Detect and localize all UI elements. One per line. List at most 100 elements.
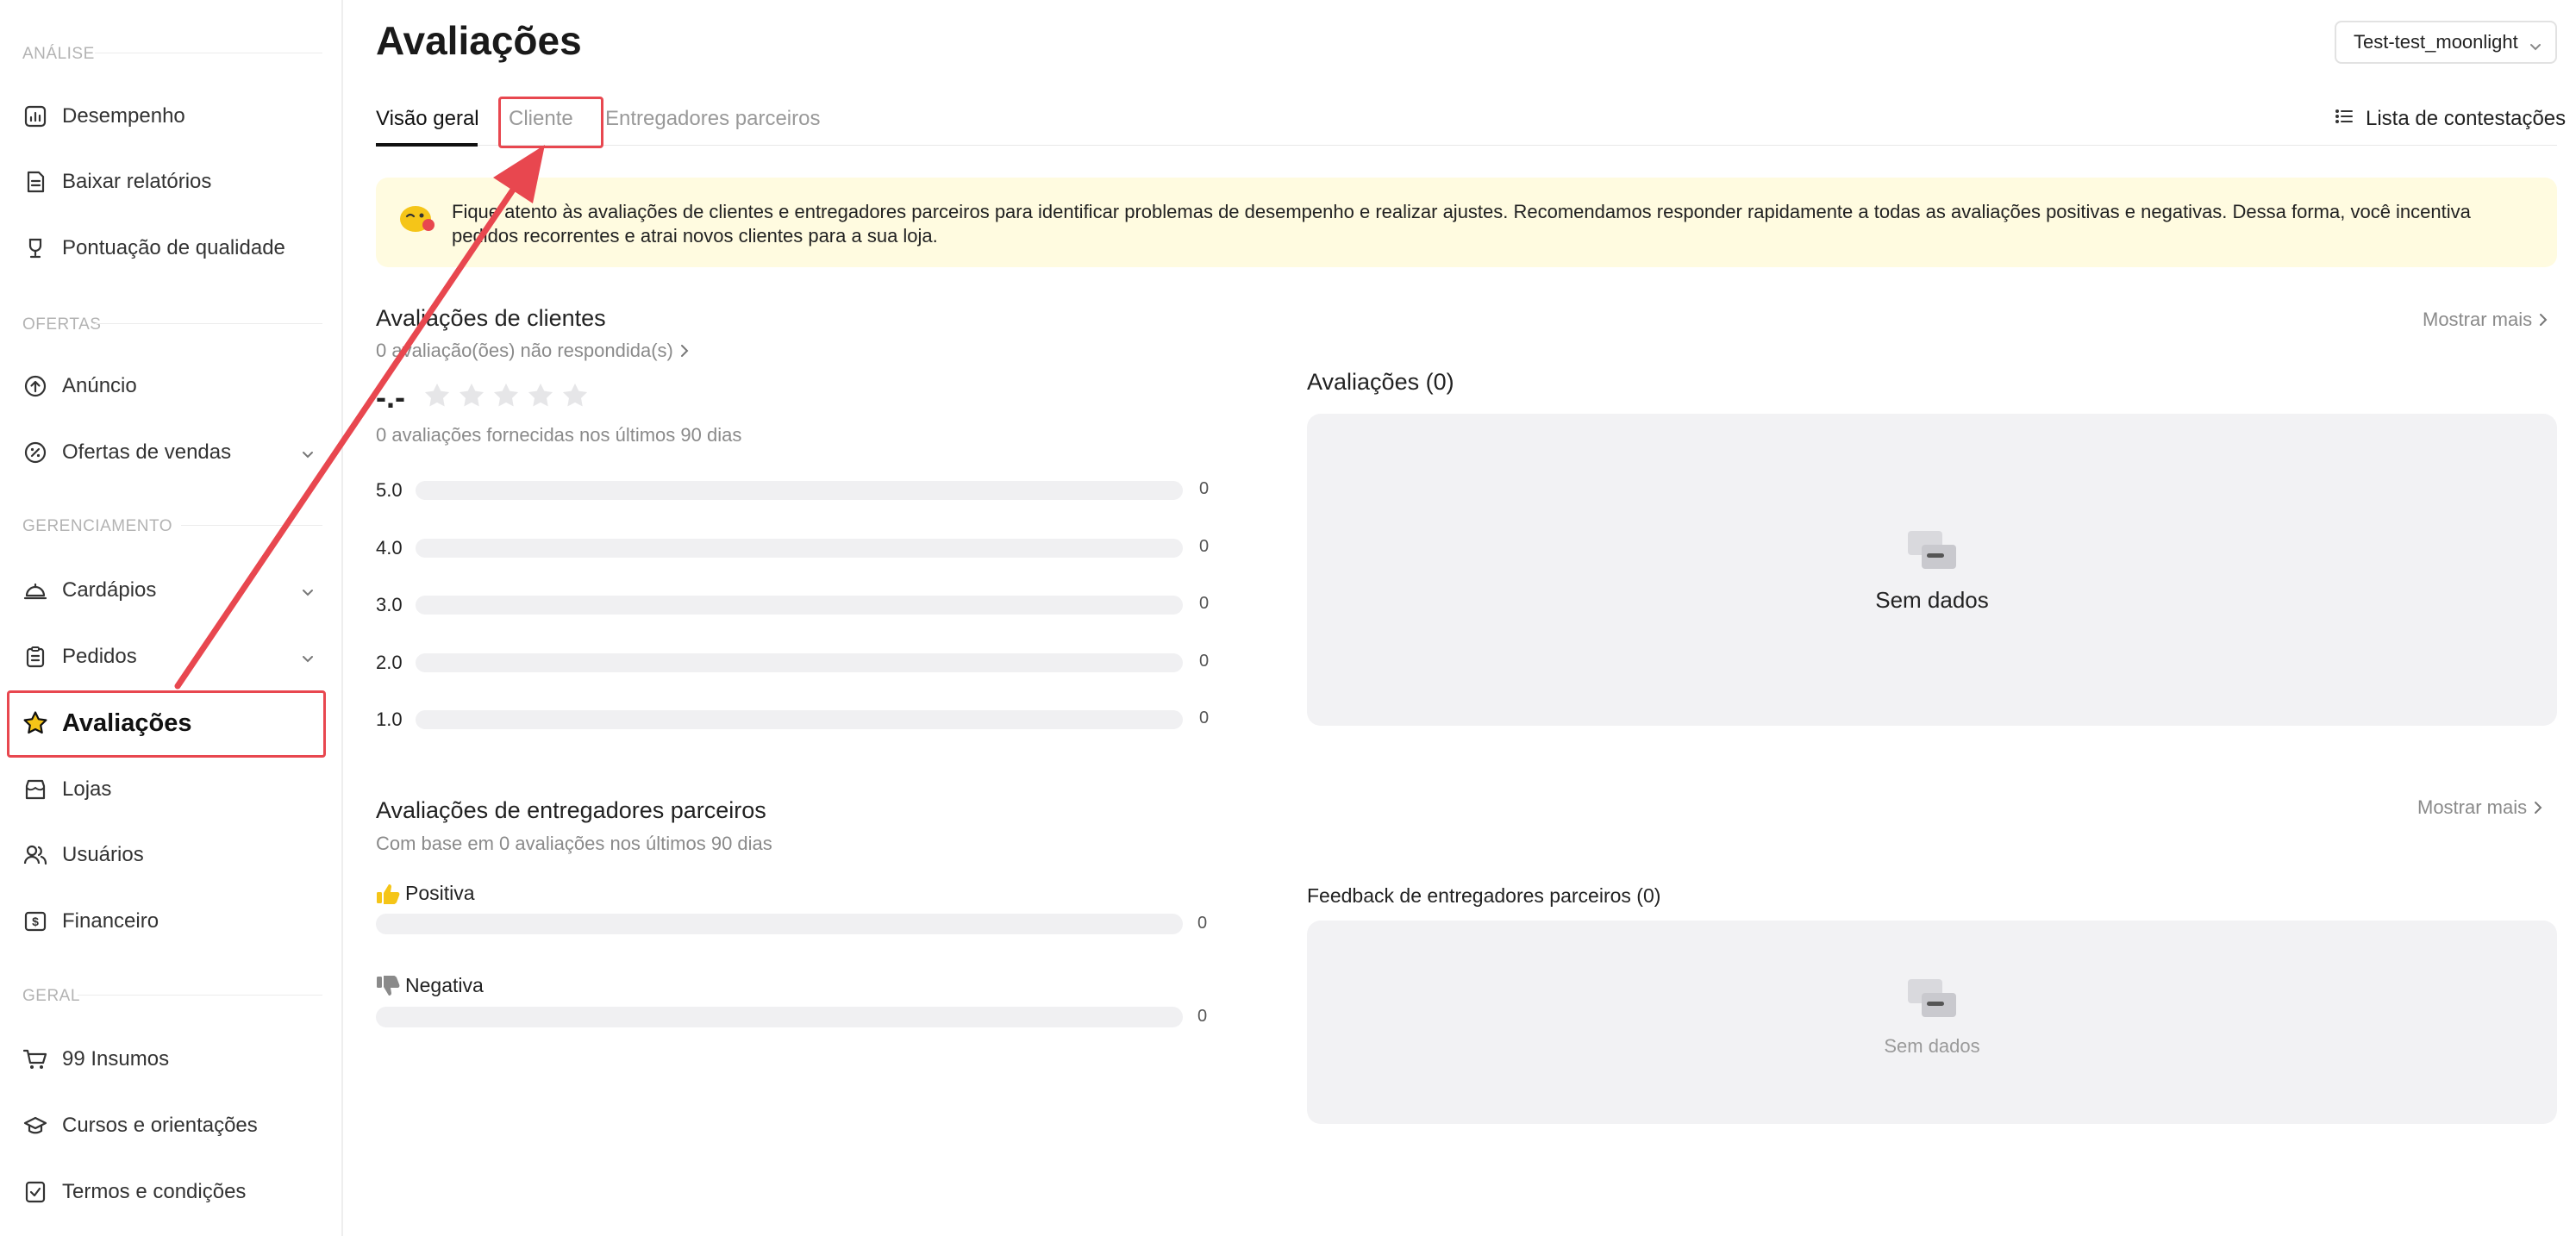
- section-title-geral: GERAL: [22, 987, 80, 1005]
- store-select-value: Test-test_moonlight: [2354, 31, 2518, 53]
- show-more-label: Mostrar mais: [2423, 309, 2533, 330]
- sidebar-item-baixar-relatorios[interactable]: Baixar relatórios: [22, 161, 316, 203]
- chevron-right-icon: [2535, 802, 2542, 814]
- star-icon: [22, 710, 48, 736]
- unanswered-text: 0 avaliação(ões) não respondida(s): [376, 340, 673, 361]
- money-icon: $: [22, 908, 48, 934]
- empty-chat-icon: [1908, 531, 1956, 569]
- active-tab-indicator: [376, 143, 478, 147]
- rating-bar-label: 5.0: [376, 479, 403, 501]
- divider: [95, 323, 322, 324]
- tab-entregadores-parceiros[interactable]: Entregadores parceiros: [605, 107, 820, 131]
- graduation-cap-icon: [22, 1113, 48, 1139]
- sidebar-item-cardapios[interactable]: Cardápios: [22, 570, 316, 611]
- sidebar: ANÁLISE Desempenho Baixar relatórios Pon…: [0, 0, 343, 1236]
- sidebar-item-pontuacao[interactable]: Pontuação de qualidade: [22, 228, 316, 269]
- sidebar-item-label: Anúncio: [62, 374, 137, 397]
- thumbs-up-icon: [377, 883, 400, 904]
- courier-feedback-empty-card: Sem dados: [1307, 921, 2557, 1124]
- sidebar-item-label: Ofertas de vendas: [62, 440, 232, 464]
- sidebar-item-label: Cursos e orientações: [62, 1114, 258, 1137]
- rating-bar-label: 1.0: [376, 709, 403, 730]
- empty-state-text: Sem dados: [1884, 1035, 1980, 1057]
- rating-bar-track: [416, 710, 1183, 729]
- svg-text:$: $: [32, 915, 39, 928]
- rating-bar-count: 0: [1199, 536, 1210, 556]
- section-title-ofertas: OFERTAS: [22, 315, 102, 334]
- sidebar-item-avaliacoes[interactable]: Avaliações: [22, 702, 316, 744]
- rating-bar-label: 2.0: [376, 651, 403, 673]
- courier-reviews-title: Avaliações de entregadores parceiros: [376, 797, 766, 823]
- cloche-icon: [22, 577, 48, 603]
- positive-bar: [376, 914, 1183, 934]
- sidebar-item-ofertas-de-vendas[interactable]: Ofertas de vendas: [22, 432, 316, 473]
- report-icon: [22, 169, 48, 195]
- divider: [181, 525, 322, 526]
- courier-feedback-title: Feedback de entregadores parceiros (0): [1307, 884, 1661, 907]
- sidebar-item-label: Financeiro: [62, 909, 159, 933]
- arrow-up-circle-icon: [22, 373, 48, 399]
- empty-chat-icon: [1908, 979, 1956, 1017]
- reviews-empty-card: Sem dados: [1307, 414, 2557, 726]
- chevron-down-icon[interactable]: [300, 444, 316, 468]
- rating-bar-row: 2.0 0: [376, 650, 1212, 674]
- empty-state-text: Sem dados: [1875, 587, 1989, 613]
- star-icon: [459, 383, 485, 407]
- sidebar-item-anuncio[interactable]: Anúncio: [22, 365, 316, 407]
- users-icon: [22, 842, 48, 868]
- courier-show-more[interactable]: Mostrar mais: [2417, 796, 2544, 819]
- rating-stars: [422, 381, 590, 410]
- average-rating: -.-: [376, 379, 405, 415]
- sidebar-item-financeiro[interactable]: $ Financeiro: [22, 901, 316, 942]
- chevron-down-icon[interactable]: [300, 648, 316, 672]
- section-title-gerenciamento: GERENCIAMENTO: [22, 517, 173, 535]
- sidebar-item-usuarios[interactable]: Usuários: [22, 834, 316, 876]
- sidebar-item-termos[interactable]: Termos e condições: [22, 1171, 316, 1213]
- disputes-list-link[interactable]: Lista de contestações: [2335, 107, 2566, 131]
- sidebar-item-label: Baixar relatórios: [62, 170, 212, 193]
- document-check-icon: [22, 1179, 48, 1205]
- negative-bar: [376, 1007, 1183, 1027]
- cart-icon: [22, 1046, 48, 1072]
- sidebar-item-label: Termos e condições: [62, 1180, 247, 1203]
- star-icon: [562, 383, 588, 407]
- star-icon: [528, 383, 553, 407]
- sidebar-item-label: Pedidos: [62, 645, 137, 668]
- sidebar-item-label: Cardápios: [62, 578, 157, 602]
- rating-bar-count: 0: [1199, 479, 1210, 498]
- clipboard-icon: [22, 644, 48, 670]
- chevron-down-icon: [2524, 37, 2543, 59]
- sidebar-item-99-insumos[interactable]: 99 Insumos: [22, 1039, 316, 1080]
- sidebar-item-pedidos[interactable]: Pedidos: [22, 636, 316, 677]
- rating-bar-count: 0: [1199, 651, 1210, 671]
- star-icon: [424, 383, 450, 407]
- sidebar-item-label: Avaliações: [62, 709, 192, 737]
- chevron-right-icon: [680, 345, 689, 357]
- rating-bar-track: [416, 596, 1183, 615]
- unanswered-link[interactable]: 0 avaliação(ões) não respondida(s): [376, 340, 691, 362]
- thumbs-down-icon: [377, 975, 400, 996]
- rating-bar-track: [416, 481, 1183, 500]
- sidebar-item-cursos[interactable]: Cursos e orientações: [22, 1105, 316, 1146]
- banner-text: Fique atento às avaliações de clientes e…: [452, 201, 2471, 247]
- page-title: Avaliações: [376, 18, 582, 63]
- reviews-card-title: Avaliações (0): [1307, 369, 1454, 395]
- rating-bar-track: [416, 652, 1183, 672]
- customer-show-more[interactable]: Mostrar mais: [2423, 309, 2549, 331]
- sidebar-item-lojas[interactable]: Lojas: [22, 769, 316, 810]
- positive-count: 0: [1197, 914, 1208, 933]
- chevron-down-icon[interactable]: [300, 582, 316, 606]
- rating-bar-label: 3.0: [376, 594, 403, 615]
- sidebar-item-label: Lojas: [62, 777, 112, 801]
- rating-bar-count: 0: [1199, 594, 1210, 613]
- store-select[interactable]: Test-test_moonlight: [2335, 21, 2557, 64]
- rating-bar-row: 5.0 0: [376, 478, 1212, 502]
- store-icon: [22, 777, 48, 802]
- tabs-divider: [376, 145, 2557, 146]
- sidebar-item-desempenho[interactable]: Desempenho: [22, 96, 316, 137]
- rating-bar-row: 3.0 0: [376, 592, 1212, 616]
- sidebar-item-label: Desempenho: [62, 104, 185, 128]
- discount-icon: [22, 440, 48, 465]
- rating-bar-row: 1.0 0: [376, 707, 1212, 731]
- tab-visao-geral[interactable]: Visão geral: [376, 107, 479, 131]
